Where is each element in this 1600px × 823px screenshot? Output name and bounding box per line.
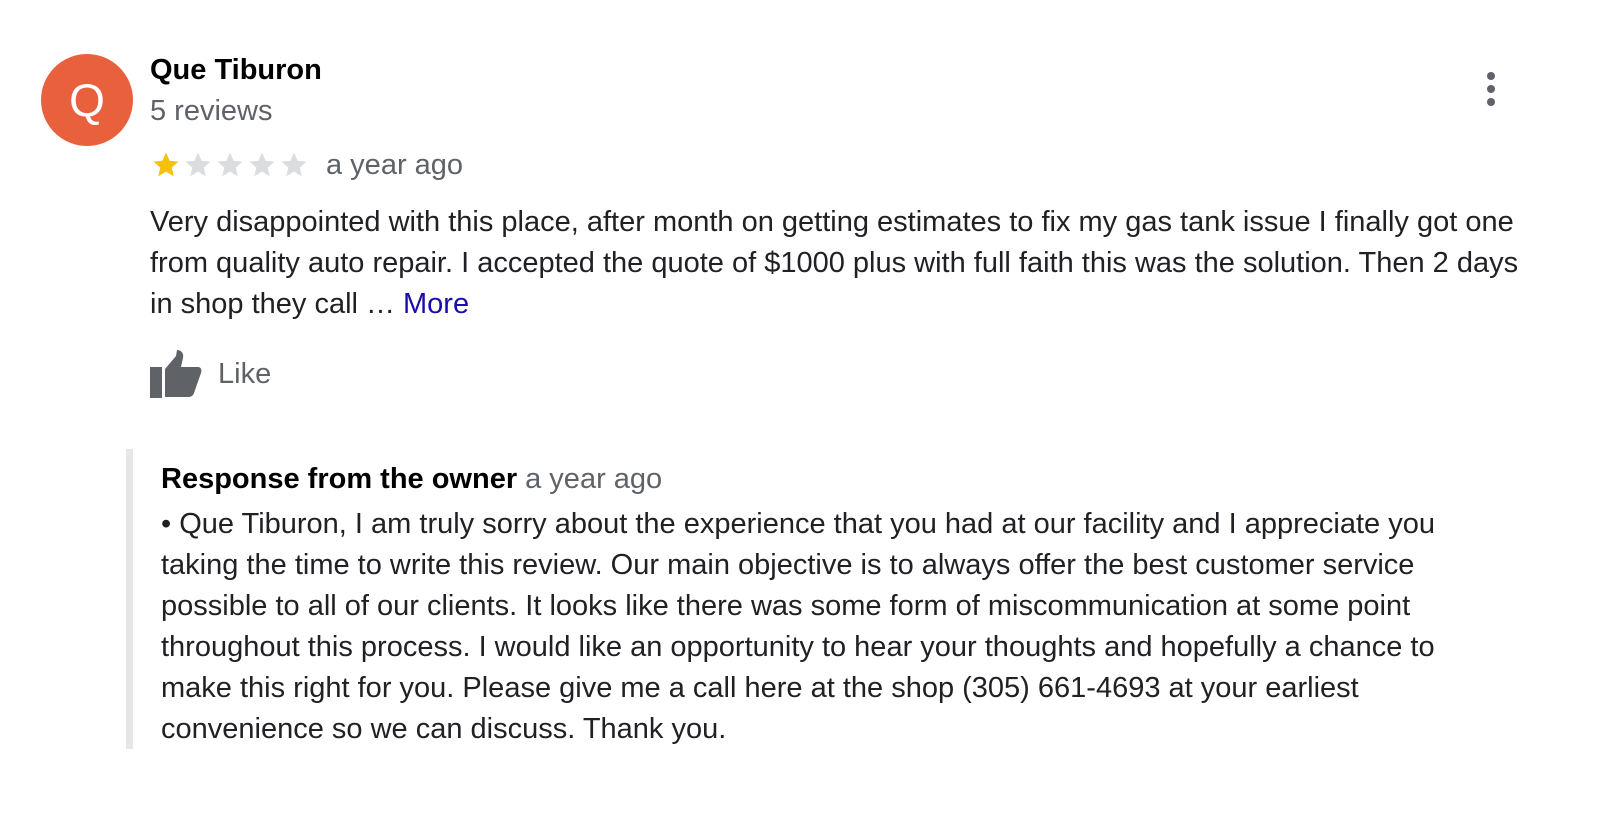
review-body: Very disappointed with this place, after… [150, 206, 1519, 320]
rating-row: a year ago [150, 148, 463, 182]
owner-response: Response from the owner a year ago • Que … [126, 449, 1563, 749]
owner-response-text: • Que Tiburon, I am truly sorry about th… [161, 508, 1435, 745]
more-vertical-icon-dot [1487, 98, 1495, 106]
like-label: Like [218, 357, 272, 390]
more-vertical-icon-dot [1487, 85, 1495, 93]
more-link[interactable]: More [403, 288, 469, 320]
reviewer-name[interactable]: Que Tiburon [150, 54, 322, 87]
like-button[interactable]: Like [150, 350, 271, 398]
star-rating [150, 150, 310, 180]
review-card: Q Que Tiburon 5 reviews a year ago Very … [0, 0, 1600, 823]
thumbs-up-icon [150, 350, 202, 398]
star-empty-icon [249, 152, 275, 177]
star-filled-icon [153, 152, 179, 177]
review-date: a year ago [326, 148, 464, 181]
star-empty-icon [217, 152, 243, 177]
more-options-button[interactable] [1480, 72, 1502, 112]
owner-response-header: Response from the owner a year ago [161, 463, 662, 496]
owner-response-date: a year ago [525, 463, 663, 495]
owner-response-title: Response from the owner [161, 463, 518, 495]
review-text: Very disappointed with this place, after… [150, 202, 1545, 325]
reviewer-review-count[interactable]: 5 reviews [150, 95, 273, 128]
more-vertical-icon [1487, 72, 1495, 80]
avatar[interactable]: Q [41, 54, 133, 146]
star-empty-icon [185, 152, 211, 177]
star-empty-icon [281, 152, 307, 177]
